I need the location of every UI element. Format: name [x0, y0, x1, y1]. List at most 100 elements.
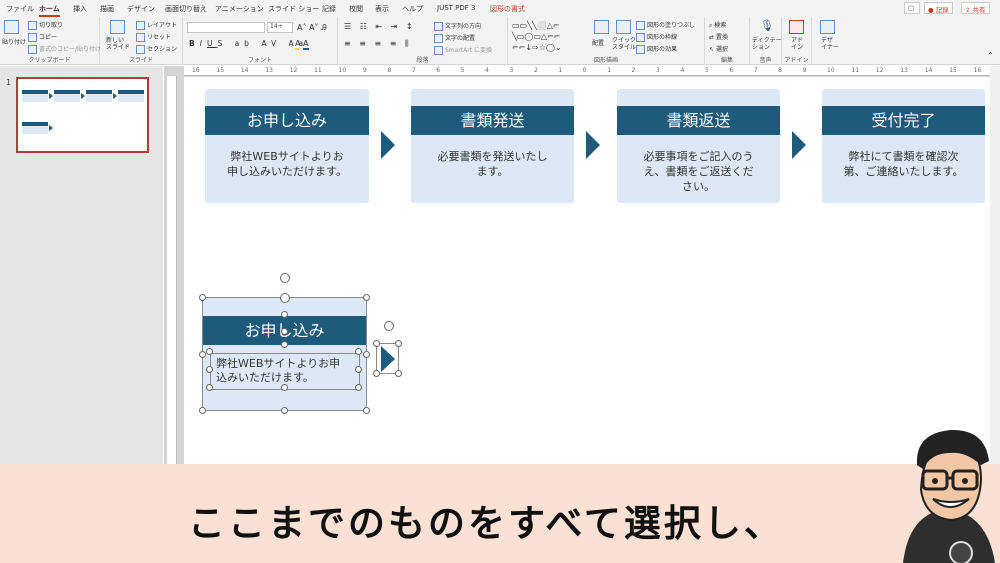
reset-button[interactable]: リセット [136, 32, 171, 42]
replace-button[interactable]: ⇄ 置換 [709, 32, 728, 41]
layout-button[interactable]: レイアウト [136, 20, 177, 30]
resize-handle[interactable] [355, 366, 362, 373]
align-icons[interactable]: ≡ ≡ ≡ ≡ ⫼ [344, 39, 412, 49]
step-card-4[interactable]: 受付完了 弊社にて書類を確認次 第、ご連絡いたします。 [822, 89, 985, 203]
thumb-arrow [81, 93, 85, 99]
step-card-1[interactable]: お申し込み 弊社WEBサイトよりお 申し込みいただけます。 [205, 89, 369, 203]
tab-record[interactable]: 記録 [322, 4, 336, 14]
step-arrow[interactable] [586, 131, 600, 159]
caption-text: ここまでのものをすべて選択し、 [188, 502, 784, 545]
tab-design[interactable]: デザイン [127, 4, 155, 14]
shape-outline-button[interactable]: 図形の枠線 [636, 32, 677, 42]
resize-handle[interactable] [363, 351, 370, 358]
font-grow-icon[interactable]: A˄ A˅ Ꭿ [297, 23, 327, 33]
selected-step-body: 弊社WEBサイトよりお申 込みいただけます。 [216, 357, 341, 384]
vertical-scrollbar[interactable] [990, 66, 1000, 464]
ruler-label: 11 [314, 67, 322, 74]
record-button[interactable]: ● 記録 [924, 2, 953, 14]
font-color-icon[interactable]: A A [295, 39, 309, 50]
scissors-icon [28, 21, 37, 30]
font-style-buttons[interactable]: BIUS ab AV Aa [189, 39, 308, 48]
tab-shape-format[interactable]: 図形の書式 [490, 4, 525, 14]
addins-button[interactable]: アド イン [791, 37, 803, 51]
arrange-button[interactable]: 配置 [592, 38, 604, 47]
resize-handle[interactable] [395, 370, 402, 377]
step-card-2[interactable]: 書類発送 必要書類を発送いたし ます。 [411, 89, 574, 203]
editing-group-label: 編集 [720, 57, 733, 64]
text-direction-button[interactable]: 文字列の方向 [434, 21, 481, 31]
align-text-icon [434, 34, 443, 43]
font-size-select[interactable]: 14+ [267, 22, 293, 33]
effects-icon [636, 45, 645, 54]
ruler-label: 13 [900, 67, 908, 74]
layout-label: レイアウト [147, 22, 178, 29]
slide-canvas[interactable]: お申し込み 弊社WEBサイトよりお 申し込みいただけます。 書類発送 必要書類を… [184, 77, 990, 465]
tab-home[interactable]: ホーム [39, 4, 60, 17]
tab-just-pdf[interactable]: JUST PDF 3 [437, 4, 475, 12]
resize-handle[interactable] [281, 407, 288, 414]
dictate-button[interactable]: ディクテー ション [752, 37, 782, 51]
comment-icon[interactable]: ▢ [904, 2, 920, 14]
collapse-ribbon-icon[interactable]: ⌃ [987, 51, 994, 60]
smartart-button[interactable]: SmartArt に変換 [434, 45, 492, 55]
resize-handle[interactable] [395, 340, 402, 347]
thumb-arrow [49, 93, 53, 99]
text-direction-icon [434, 22, 443, 31]
step-body: 必要書類を発送いたし ます。 [437, 150, 548, 178]
resize-handle[interactable] [281, 384, 288, 391]
replace-label: 置換 [715, 34, 728, 41]
rotate-handle-icon[interactable] [280, 273, 290, 283]
resize-handle[interactable] [363, 294, 370, 301]
tab-animations[interactable]: アニメーション [215, 4, 264, 14]
resize-handle[interactable] [355, 384, 362, 391]
resize-handle[interactable] [281, 311, 288, 318]
smartart-label: SmartArt に変換 [445, 47, 492, 54]
align-text-button[interactable]: 文字の配置 [434, 33, 475, 43]
format-painter-label: 書式のコピー/貼り付け [39, 46, 102, 53]
cursor-icon: ↖ [709, 46, 715, 53]
resize-handle[interactable] [206, 384, 213, 391]
resize-handle[interactable] [373, 370, 380, 377]
resize-handle[interactable] [206, 366, 213, 373]
paste-button[interactable]: 貼り付け [2, 37, 26, 46]
new-slide-button[interactable]: 新しい スライド [106, 37, 130, 51]
list-icons[interactable]: ☰ ☷ ⇤ ⇥ ↕ [344, 22, 416, 31]
format-painter-button[interactable]: 書式のコピー/貼り付け [28, 44, 101, 54]
tab-review[interactable]: 校閲 [349, 4, 363, 14]
slide-thumbnail[interactable] [16, 77, 149, 153]
find-button[interactable]: ⌕ 検索 [709, 20, 726, 30]
tab-file[interactable]: ファイル [6, 4, 34, 14]
step-arrow[interactable] [792, 131, 806, 159]
tab-transitions[interactable]: 画面切り替え [165, 4, 207, 14]
resize-handle[interactable] [199, 294, 206, 301]
cut-button[interactable]: 切り取り [28, 20, 63, 30]
resize-handle[interactable] [199, 351, 206, 358]
shape-effects-button[interactable]: 図形の効果 [636, 44, 677, 54]
share-button[interactable]: ⇪ 共有 [961, 2, 990, 14]
step-card-3[interactable]: 書類返送 必要事項をご記入のう え、書類をご返送くだ さい。 [617, 89, 780, 203]
rotate-handle-icon[interactable] [280, 293, 290, 303]
resize-handle[interactable] [363, 407, 370, 414]
shapes-gallery[interactable]: ▭▭╲╲⬜△⌐ ╲▭◯▭△⌐⌐ ⌐⌐↓⇨☆◯⌄ [512, 20, 563, 53]
step-arrow[interactable] [381, 131, 395, 159]
resize-handle[interactable] [281, 341, 288, 348]
resize-handle[interactable] [373, 340, 380, 347]
tab-draw[interactable]: 描画 [100, 4, 114, 14]
designer-button[interactable]: デザ イナー [821, 37, 839, 51]
resize-handle[interactable] [199, 407, 206, 414]
font-name-select[interactable] [187, 22, 265, 33]
rotate-handle-icon[interactable] [384, 321, 394, 331]
tab-help[interactable]: ヘルプ [402, 4, 423, 14]
resize-handle[interactable] [281, 328, 288, 335]
select-button[interactable]: ↖ 選択 [709, 44, 728, 53]
copy-button[interactable]: コピー [28, 32, 57, 42]
shape-fill-button[interactable]: 図形の塗りつぶし [636, 20, 695, 30]
tab-slideshow[interactable]: スライド ショー [268, 4, 319, 14]
quick-styles-button[interactable]: クイック スタイル [612, 37, 636, 51]
thumb-card [22, 122, 48, 134]
resize-handle[interactable] [355, 348, 362, 355]
tab-view[interactable]: 表示 [375, 4, 389, 14]
section-button[interactable]: セクション [136, 44, 177, 54]
resize-handle[interactable] [206, 348, 213, 355]
tab-insert[interactable]: 挿入 [73, 4, 87, 14]
